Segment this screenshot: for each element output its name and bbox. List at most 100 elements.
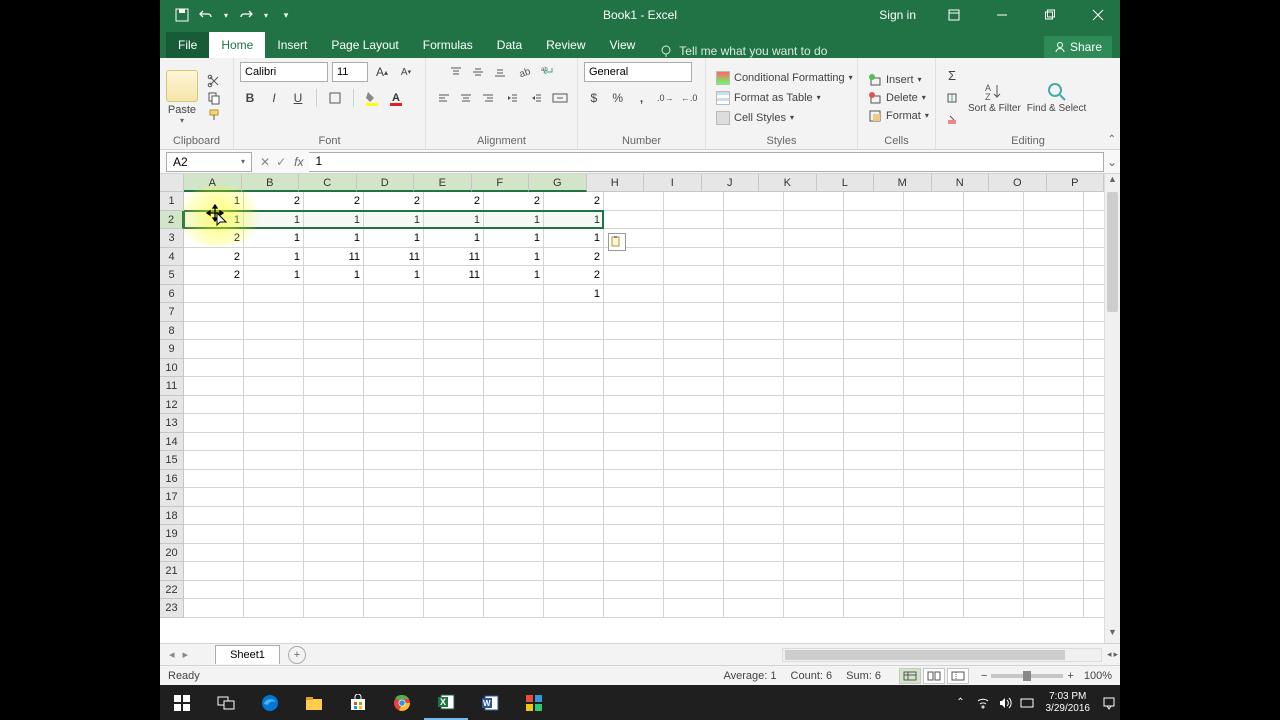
- cell[interactable]: [424, 396, 484, 415]
- cell[interactable]: [784, 544, 844, 563]
- cell[interactable]: [904, 544, 964, 563]
- enter-formula-icon[interactable]: ✓: [276, 155, 286, 169]
- cell[interactable]: [1024, 507, 1084, 526]
- cell[interactable]: [724, 229, 784, 248]
- cell[interactable]: [424, 285, 484, 304]
- cell[interactable]: [424, 599, 484, 618]
- cell[interactable]: [484, 562, 544, 581]
- align-bottom-icon[interactable]: [490, 62, 510, 82]
- cell[interactable]: [544, 303, 604, 322]
- cell[interactable]: [484, 285, 544, 304]
- cell[interactable]: [784, 211, 844, 230]
- tab-data[interactable]: Data: [485, 32, 534, 58]
- cell[interactable]: [724, 562, 784, 581]
- cell[interactable]: [244, 488, 304, 507]
- cell[interactable]: [844, 414, 904, 433]
- select-all-corner[interactable]: [160, 174, 184, 192]
- cell[interactable]: 1: [424, 211, 484, 230]
- cell[interactable]: [364, 470, 424, 489]
- cell[interactable]: [1024, 525, 1084, 544]
- cell[interactable]: [304, 396, 364, 415]
- cell[interactable]: [544, 562, 604, 581]
- align-middle-icon[interactable]: [468, 62, 488, 82]
- cell[interactable]: [304, 599, 364, 618]
- cell[interactable]: [664, 396, 724, 415]
- cell[interactable]: [304, 359, 364, 378]
- column-header[interactable]: E: [414, 174, 472, 192]
- cell[interactable]: [424, 488, 484, 507]
- app-icon[interactable]: [512, 685, 556, 720]
- cell[interactable]: [604, 303, 664, 322]
- cell[interactable]: [184, 470, 244, 489]
- cell[interactable]: [964, 359, 1024, 378]
- cell[interactable]: 1: [364, 211, 424, 230]
- borders-icon[interactable]: [325, 88, 345, 108]
- normal-view-icon[interactable]: [899, 668, 921, 684]
- cell[interactable]: [484, 581, 544, 600]
- wrap-text-icon[interactable]: ab: [538, 62, 558, 82]
- row-header[interactable]: 17: [160, 488, 184, 507]
- cell[interactable]: [364, 599, 424, 618]
- decrease-indent-icon[interactable]: [502, 88, 522, 108]
- cell[interactable]: [964, 377, 1024, 396]
- row-header[interactable]: 21: [160, 562, 184, 581]
- cancel-formula-icon[interactable]: ✕: [260, 155, 270, 169]
- cell[interactable]: [964, 229, 1024, 248]
- cell[interactable]: [244, 451, 304, 470]
- cell[interactable]: 1: [244, 211, 304, 230]
- cell[interactable]: 11: [364, 248, 424, 267]
- cell[interactable]: [784, 229, 844, 248]
- row-header[interactable]: 4: [160, 248, 184, 267]
- cell[interactable]: [604, 266, 664, 285]
- cell[interactable]: 11: [424, 266, 484, 285]
- cell[interactable]: [724, 414, 784, 433]
- column-header[interactable]: J: [702, 174, 760, 192]
- find-select-button[interactable]: Find & Select: [1027, 81, 1086, 114]
- comma-format-icon[interactable]: ,: [632, 88, 652, 108]
- column-header[interactable]: F: [472, 174, 530, 192]
- cell[interactable]: [1024, 229, 1084, 248]
- cell[interactable]: [544, 414, 604, 433]
- cell[interactable]: [904, 599, 964, 618]
- cell[interactable]: [364, 525, 424, 544]
- cell[interactable]: [604, 396, 664, 415]
- cell[interactable]: [244, 377, 304, 396]
- cell[interactable]: [784, 192, 844, 211]
- accounting-format-icon[interactable]: $: [584, 88, 604, 108]
- cell[interactable]: 1: [304, 229, 364, 248]
- cell[interactable]: [184, 396, 244, 415]
- cell[interactable]: [244, 414, 304, 433]
- cell[interactable]: [604, 285, 664, 304]
- cell[interactable]: [244, 470, 304, 489]
- increase-decimal-icon[interactable]: .0→: [655, 88, 675, 108]
- cell[interactable]: [964, 433, 1024, 452]
- paste-button[interactable]: Paste ▾: [166, 70, 198, 125]
- cell[interactable]: [184, 285, 244, 304]
- cell[interactable]: [904, 266, 964, 285]
- row-header[interactable]: 6: [160, 285, 184, 304]
- cell[interactable]: [844, 581, 904, 600]
- cell[interactable]: [1024, 359, 1084, 378]
- qat-customize-icon[interactable]: ▾: [278, 7, 294, 23]
- cell[interactable]: [724, 451, 784, 470]
- cell[interactable]: [244, 322, 304, 341]
- cell[interactable]: [784, 359, 844, 378]
- cell[interactable]: [724, 303, 784, 322]
- cell[interactable]: [424, 581, 484, 600]
- cell[interactable]: [904, 211, 964, 230]
- fx-icon[interactable]: fx: [294, 155, 303, 169]
- scroll-thumb[interactable]: [1107, 192, 1118, 312]
- cell[interactable]: [184, 414, 244, 433]
- cell[interactable]: [484, 525, 544, 544]
- cell[interactable]: [964, 470, 1024, 489]
- cell[interactable]: [844, 377, 904, 396]
- cell[interactable]: [484, 451, 544, 470]
- bold-button[interactable]: B: [240, 88, 260, 108]
- column-header[interactable]: O: [989, 174, 1047, 192]
- cell[interactable]: [304, 377, 364, 396]
- cell[interactable]: [424, 322, 484, 341]
- cell[interactable]: [964, 525, 1024, 544]
- cell[interactable]: [364, 303, 424, 322]
- cell[interactable]: [784, 470, 844, 489]
- cell[interactable]: [424, 525, 484, 544]
